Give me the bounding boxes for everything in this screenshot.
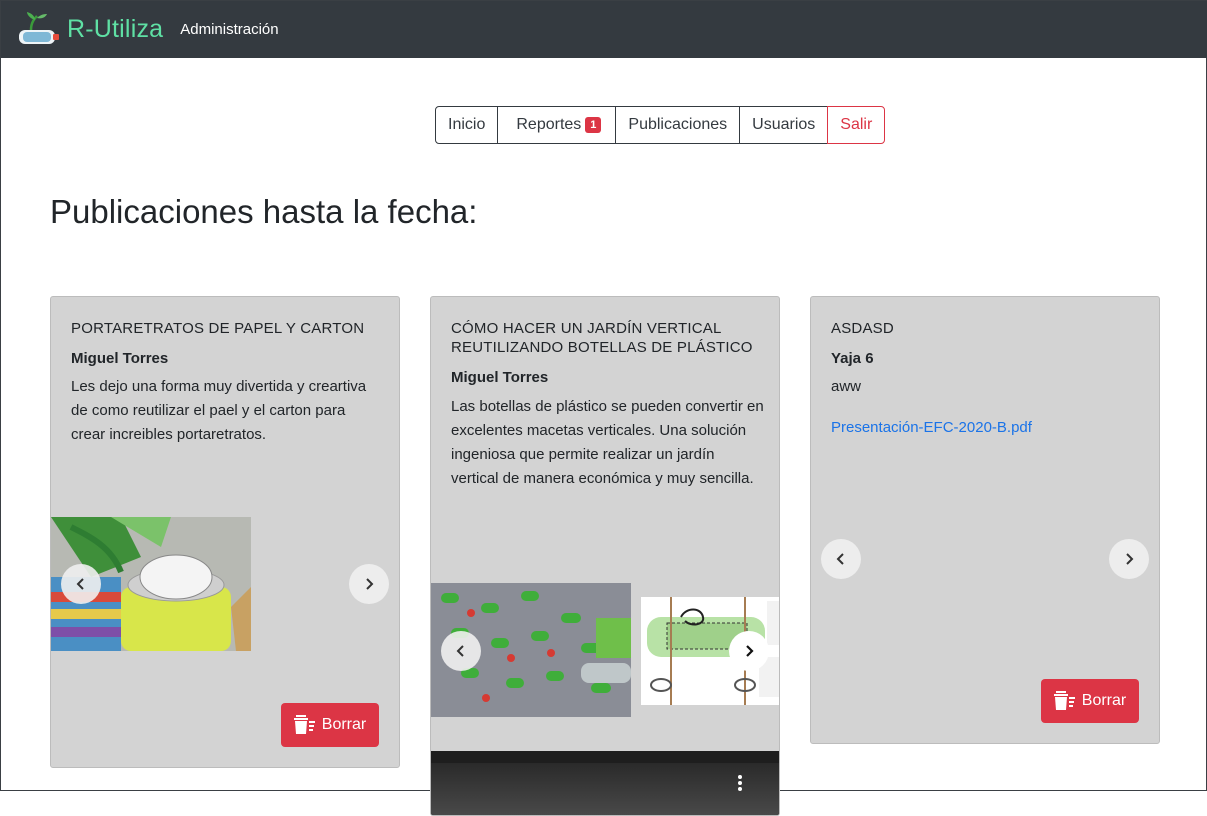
- top-navbar: R-Utiliza Administración: [1, 1, 1207, 58]
- card-author: Miguel Torres: [71, 350, 169, 367]
- card-title: CÓMO HACER UN JARDÍN VERTICAL REUTILIZAN…: [451, 320, 753, 356]
- card-description: Les dejo una forma muy divertida y crear…: [71, 378, 367, 443]
- chevron-right-icon: [366, 578, 374, 590]
- carousel-next-button[interactable]: [729, 631, 769, 671]
- chevron-left-icon: [836, 553, 844, 565]
- card-description: Las botellas de plástico se pueden conve…: [451, 398, 764, 487]
- more-options-icon[interactable]: [736, 773, 744, 793]
- delete-button[interactable]: Borrar: [281, 703, 379, 747]
- carousel-next-button[interactable]: [349, 564, 389, 604]
- menu-reportes-button[interactable]: Reportes 1: [497, 106, 617, 144]
- carousel-next-button[interactable]: [1109, 539, 1149, 579]
- card-author: Miguel Torres: [451, 369, 549, 386]
- delete-button[interactable]: Borrar: [1041, 679, 1139, 723]
- attachment-link[interactable]: Presentación-EFC-2020-B.pdf: [831, 419, 1032, 436]
- menu-inicio-button[interactable]: Inicio: [435, 106, 499, 144]
- menu-salir-label: Salir: [840, 116, 873, 133]
- menu-salir-button[interactable]: Salir: [827, 106, 886, 144]
- card-title: ASDASD: [831, 320, 894, 337]
- publication-card: CÓMO HACER UN JARDÍN VERTICAL REUTILIZAN…: [430, 296, 780, 816]
- publication-card: PORTARETRATOS DE PAPEL Y CARTON Miguel T…: [50, 296, 400, 768]
- video-player[interactable]: [431, 751, 779, 815]
- card-author: Yaja 6: [831, 350, 874, 367]
- chevron-right-icon: [1126, 553, 1134, 565]
- publication-card: ASDASD Yaja 6 aww Presentación-EFC-2020-…: [810, 296, 1160, 744]
- delete-label: Borrar: [321, 716, 367, 733]
- page-title: Publicaciones hasta la fecha:: [50, 193, 478, 230]
- chevron-left-icon: [76, 578, 84, 590]
- trash-icon: [293, 715, 315, 734]
- nav-admin-link[interactable]: Administración: [180, 21, 278, 38]
- menu-usuarios-button[interactable]: Usuarios: [739, 106, 829, 144]
- reportes-count-badge: 1: [585, 117, 602, 133]
- delete-label: Borrar: [1081, 692, 1127, 709]
- menu-usuarios-label: Usuarios: [752, 116, 816, 133]
- carousel-prev-button[interactable]: [441, 631, 481, 671]
- brand-name[interactable]: R-Utiliza: [67, 15, 163, 44]
- bottle-plant-logo-icon[interactable]: [15, 10, 61, 50]
- carousel-prev-button[interactable]: [61, 564, 101, 604]
- chevron-right-icon: [746, 645, 754, 657]
- card-description: aww: [831, 378, 862, 395]
- chevron-left-icon: [456, 645, 464, 657]
- menu-publicaciones-button[interactable]: Publicaciones: [615, 106, 741, 144]
- carousel-prev-button[interactable]: [821, 539, 861, 579]
- menu-publicaciones-label: Publicaciones: [628, 116, 728, 133]
- menu-inicio-label: Inicio: [448, 116, 486, 133]
- menu-reportes-label: Reportes: [516, 116, 582, 133]
- trash-icon: [1053, 691, 1075, 710]
- admin-menu: Inicio Reportes 1 Publicaciones Usuarios…: [435, 106, 886, 144]
- card-title: PORTARETRATOS DE PAPEL Y CARTON: [71, 320, 365, 337]
